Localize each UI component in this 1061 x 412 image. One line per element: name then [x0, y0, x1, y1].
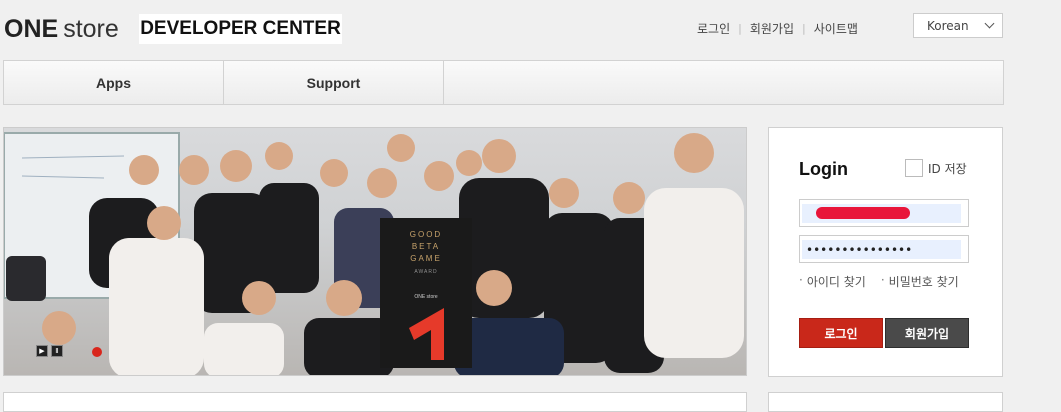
banner-slideshow[interactable]: GOOD BETA GAME AWARD ONE store ▶ Ⅱ: [3, 127, 747, 376]
poster-line-3: GAME: [410, 254, 442, 263]
password-field[interactable]: [799, 235, 969, 263]
find-password-link[interactable]: 비밀번호 찾기: [889, 273, 959, 290]
top-links: 로그인 | 회원가입 | 사이트맵: [697, 20, 858, 37]
poster-line-4: AWARD: [414, 269, 437, 275]
language-selected-value: Korean: [927, 18, 969, 33]
bullet: ·: [799, 273, 803, 287]
main-nav: Apps Support: [3, 60, 1004, 105]
chevron-down-icon: [984, 18, 995, 29]
logo-store-text: store: [63, 14, 119, 43]
poster-line-1: GOOD: [410, 230, 442, 239]
poster-brand: ONE store: [414, 294, 438, 300]
find-links: · 아이디 찾기 · 비밀번호 찾기: [799, 273, 959, 290]
redacted-scribble: [816, 207, 910, 219]
save-id-checkbox[interactable]: [905, 159, 923, 177]
content-panel-left: [3, 392, 747, 412]
login-button[interactable]: 로그인: [799, 318, 883, 348]
slide-indicator-dot[interactable]: [92, 347, 102, 357]
login-title: Login: [799, 159, 848, 179]
tab-support[interactable]: Support: [224, 61, 444, 104]
developer-center-title: DEVELOPER CENTER: [139, 14, 342, 44]
join-button[interactable]: 회원가입: [885, 318, 969, 348]
save-id-label: ID 저장: [928, 161, 967, 176]
save-id-option[interactable]: ID 저장: [905, 159, 967, 177]
tab-apps[interactable]: Apps: [4, 61, 224, 104]
find-id-link[interactable]: 아이디 찾기: [807, 273, 866, 290]
top-link-sitemap[interactable]: 사이트맵: [814, 20, 858, 37]
language-select[interactable]: Korean: [913, 13, 1003, 38]
poster-line-2: BETA: [412, 242, 440, 251]
play-icon[interactable]: ▶: [36, 345, 48, 357]
banner-photo: GOOD BETA GAME AWARD ONE store: [4, 132, 744, 375]
bullet: ·: [880, 273, 885, 287]
id-field[interactable]: [799, 199, 969, 227]
divider: |: [802, 22, 806, 35]
content-panel-right: [768, 392, 1003, 412]
slideshow-controls: ▶ Ⅱ: [36, 345, 63, 357]
pause-icon[interactable]: Ⅱ: [51, 345, 63, 357]
divider: |: [738, 22, 742, 35]
login-panel: Login ID 저장 · 아이디 찾기 · 비밀번호 찾기 로그인 회원가입: [768, 127, 1003, 377]
top-link-login[interactable]: 로그인: [697, 20, 730, 37]
top-link-signup[interactable]: 회원가입: [750, 20, 794, 37]
password-input[interactable]: [802, 240, 961, 259]
logo-one-text: ONE: [4, 14, 59, 43]
onestore-logo[interactable]: ONE store: [4, 14, 119, 44]
